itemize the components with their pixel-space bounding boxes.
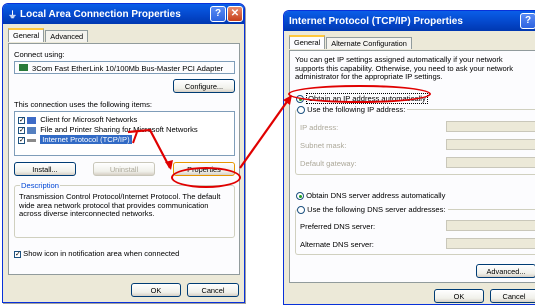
tcpip-pointer-arrow (0, 0, 535, 305)
